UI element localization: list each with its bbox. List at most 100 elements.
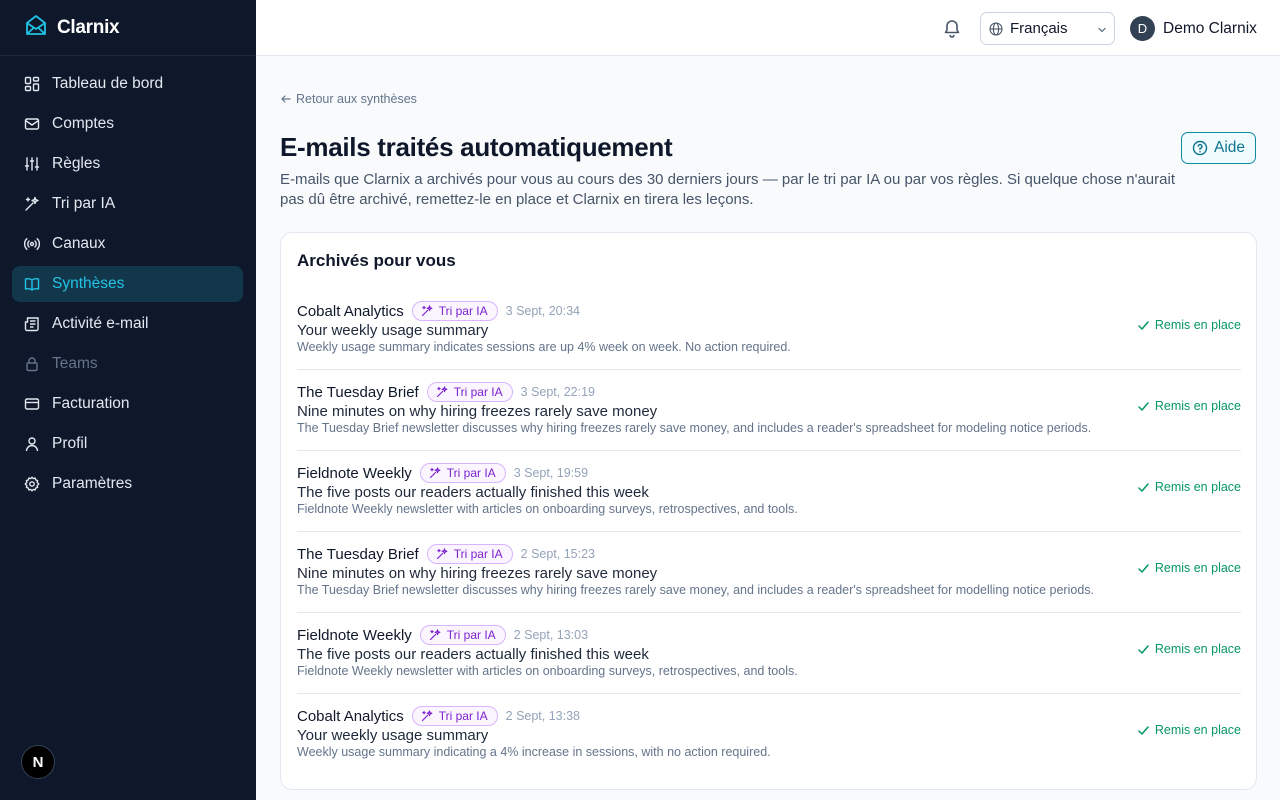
restore-button-label: Remis en place	[1154, 561, 1241, 575]
restore-button[interactable]: Remis en place	[1137, 561, 1241, 575]
email-summary: The Tuesday Brief newsletter discusses w…	[297, 421, 1092, 435]
lock-icon	[24, 356, 40, 372]
mail-icon	[24, 116, 40, 132]
user-menu[interactable]: D Demo Clarnix	[1130, 16, 1257, 41]
dev-badge[interactable]: N	[21, 745, 55, 779]
credit-card-icon	[24, 396, 40, 412]
help-button[interactable]: Aide	[1181, 132, 1256, 164]
dashboard-icon	[24, 76, 40, 92]
email-row: The Tuesday Brief Tri par IA 3 Sept, 22:…	[297, 370, 1241, 451]
gear-icon	[24, 476, 40, 492]
back-link-label: Retour aux synthèses	[296, 92, 417, 106]
back-link[interactable]: Retour aux synthèses	[280, 92, 417, 106]
user-icon	[24, 436, 40, 452]
check-icon	[1138, 725, 1149, 735]
restore-button-label: Remis en place	[1154, 480, 1241, 494]
restore-button[interactable]: Remis en place	[1137, 480, 1241, 494]
sidebar-item-label: Facturation	[52, 395, 130, 412]
sparkles-icon	[421, 305, 433, 317]
ai-sort-tag: Tri par IA	[419, 463, 506, 483]
sidebar-item-label: Tableau de bord	[52, 75, 164, 92]
email-subject: Nine minutes on why hiring freezes rarel…	[297, 403, 658, 420]
sidebar-item-digests[interactable]: Synthèses	[12, 266, 243, 302]
ai-sort-tag: Tri par IA	[426, 544, 513, 564]
restore-button-label: Remis en place	[1154, 399, 1241, 413]
sparkles-icon	[429, 467, 441, 479]
language-select[interactable]: Français	[980, 12, 1115, 45]
ai-sort-tag: Tri par IA	[411, 301, 498, 321]
email-row-header: Fieldnote Weekly Tri par IA 2 Sept, 13:0…	[297, 625, 588, 645]
sparkles-icon	[436, 548, 448, 560]
email-row: Fieldnote Weekly Tri par IA 3 Sept, 19:5…	[297, 451, 1241, 532]
sidebar-item-label: Canaux	[52, 235, 106, 252]
restore-button[interactable]: Remis en place	[1137, 723, 1241, 737]
brand[interactable]: Clarnix	[0, 0, 256, 56]
email-sender: Cobalt Analytics	[297, 302, 404, 320]
sidebar-item-label: Comptes	[52, 115, 115, 132]
email-row-header: Fieldnote Weekly Tri par IA 3 Sept, 19:5…	[297, 463, 588, 483]
sidebar-item-label: Activité e-mail	[52, 315, 149, 332]
email-summary: Fieldnote Weekly newsletter with article…	[297, 502, 798, 516]
page-title: E-mails traités automatiquement	[280, 132, 673, 162]
restore-button[interactable]: Remis en place	[1137, 318, 1241, 332]
check-icon	[1138, 563, 1149, 573]
email-sender: The Tuesday Brief	[297, 383, 419, 401]
email-time: 2 Sept, 15:23	[520, 547, 596, 561]
email-time: 3 Sept, 22:19	[520, 385, 596, 399]
email-subject: Your weekly usage summary	[297, 322, 489, 339]
ai-sort-tag-label: Tri par IA	[438, 304, 488, 318]
email-subject: The five posts our readers actually fini…	[297, 646, 649, 663]
ai-sort-tag: Tri par IA	[411, 706, 498, 726]
ai-sort-tag-label: Tri par IA	[438, 709, 488, 723]
email-subject: Nine minutes on why hiring freezes rarel…	[297, 565, 658, 582]
sparkles-icon	[24, 196, 40, 212]
email-time: 3 Sept, 20:34	[505, 304, 581, 318]
language-value: Français	[1010, 20, 1068, 37]
restore-button-label: Remis en place	[1154, 642, 1241, 656]
sparkles-icon	[436, 386, 448, 398]
chevron-down-icon	[1096, 23, 1108, 35]
ai-sort-tag: Tri par IA	[419, 625, 506, 645]
sidebar-item-accounts[interactable]: Comptes	[12, 106, 243, 142]
arrow-left-icon	[281, 95, 291, 103]
email-time: 2 Sept, 13:03	[513, 628, 589, 642]
newspaper-icon	[24, 316, 40, 332]
ai-sort-tag-label: Tri par IA	[453, 385, 503, 399]
check-icon	[1138, 644, 1149, 654]
sidebar: Clarnix Tableau de bord Comptes Règles T…	[0, 0, 256, 800]
user-name: Demo Clarnix	[1163, 19, 1257, 37]
email-sender: Fieldnote Weekly	[297, 464, 412, 482]
restore-button-label: Remis en place	[1154, 318, 1241, 332]
sidebar-item-label: Teams	[52, 355, 98, 372]
email-row: The Tuesday Brief Tri par IA 2 Sept, 15:…	[297, 532, 1241, 613]
sidebar-item-billing[interactable]: Facturation	[12, 386, 243, 422]
bell-icon[interactable]	[942, 18, 962, 38]
globe-icon	[989, 21, 1003, 36]
sidebar-nav: Tableau de bord Comptes Règles Tri par I…	[0, 56, 256, 502]
help-circle-icon	[1192, 140, 1208, 156]
email-row-header: Cobalt Analytics Tri par IA 2 Sept, 13:3…	[297, 706, 580, 726]
email-time: 2 Sept, 13:38	[505, 709, 581, 723]
sidebar-item-dashboard[interactable]: Tableau de bord	[12, 66, 243, 102]
sidebar-item-channels[interactable]: Canaux	[12, 226, 243, 262]
ai-sort-tag-label: Tri par IA	[446, 466, 496, 480]
email-row-header: The Tuesday Brief Tri par IA 2 Sept, 15:…	[297, 544, 595, 564]
sidebar-item-label: Tri par IA	[52, 195, 116, 212]
sidebar-item-ai-sort[interactable]: Tri par IA	[12, 186, 243, 222]
email-row: Cobalt Analytics Tri par IA 2 Sept, 13:3…	[297, 694, 1241, 775]
sidebar-item-email-activity[interactable]: Activité e-mail	[12, 306, 243, 342]
sidebar-item-teams: Teams	[12, 346, 243, 382]
email-time: 3 Sept, 19:59	[513, 466, 589, 480]
email-sender: Fieldnote Weekly	[297, 626, 412, 644]
sidebar-item-profile[interactable]: Profil	[12, 426, 243, 462]
logo-icon	[24, 13, 48, 42]
sidebar-item-rules[interactable]: Règles	[12, 146, 243, 182]
email-summary: Weekly usage summary indicating a 4% inc…	[297, 745, 771, 759]
help-button-label: Aide	[1213, 139, 1246, 156]
sidebar-item-settings[interactable]: Paramètres	[12, 466, 243, 502]
restore-button[interactable]: Remis en place	[1137, 642, 1241, 656]
email-summary: The Tuesday Brief newsletter discusses w…	[297, 583, 1095, 597]
restore-button[interactable]: Remis en place	[1137, 399, 1241, 413]
ai-sort-tag-label: Tri par IA	[453, 547, 503, 561]
ai-sort-tag: Tri par IA	[426, 382, 513, 402]
